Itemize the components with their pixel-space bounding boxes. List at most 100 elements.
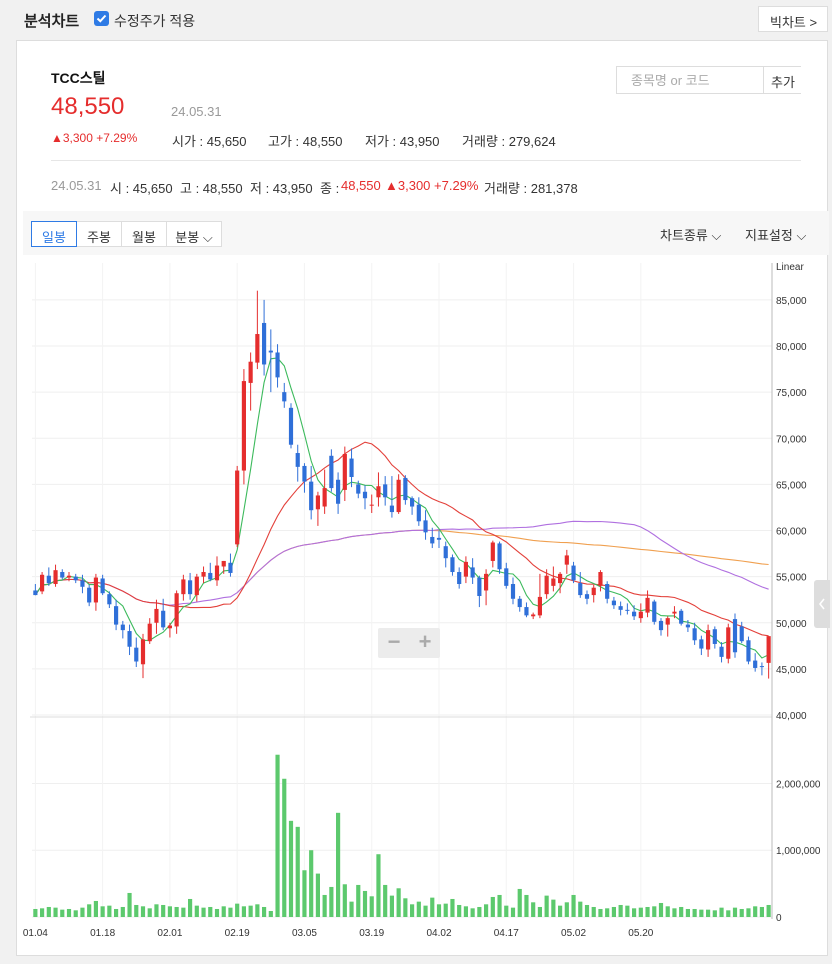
zoom-in-button[interactable]: + <box>410 630 440 656</box>
volume-bar <box>235 903 240 917</box>
ma60-line <box>34 520 769 606</box>
volume-bar <box>255 904 260 917</box>
volume-bar <box>228 907 233 917</box>
volume-bar <box>726 910 731 917</box>
candle-body <box>732 619 738 653</box>
volume-bar <box>558 905 563 917</box>
volume-bar <box>262 906 267 917</box>
volume-bar <box>53 907 58 917</box>
candle-body <box>60 572 65 578</box>
candle-body <box>396 479 401 513</box>
candle-body <box>578 583 583 596</box>
volume-bar <box>214 908 220 917</box>
candle-body <box>524 607 529 616</box>
volume-bar <box>436 904 442 917</box>
candle-body <box>477 577 482 597</box>
candle-body <box>699 639 704 649</box>
candle-body <box>551 578 556 586</box>
candle-body <box>692 628 697 641</box>
volume-bar <box>167 906 172 917</box>
candle-body <box>564 555 569 565</box>
candle-body <box>571 565 576 581</box>
date-tick-label: 01.18 <box>90 928 115 939</box>
date-tick-label: 02.19 <box>225 928 250 939</box>
tab-daily[interactable]: 일봉 <box>31 221 77 247</box>
candle-body <box>342 453 347 490</box>
candle-body <box>625 609 630 611</box>
candle-body <box>288 407 294 445</box>
candle-body <box>201 572 206 577</box>
candle-body <box>147 623 152 642</box>
volume-bar <box>134 904 139 917</box>
candle-body <box>181 579 186 595</box>
side-panel-toggle[interactable] <box>814 580 830 628</box>
candle-body <box>127 631 132 647</box>
candle-body <box>282 392 287 402</box>
candle-body <box>658 620 664 631</box>
candle-body <box>416 504 421 522</box>
candle-body <box>114 606 119 625</box>
candle-body <box>174 593 179 627</box>
volume-bar <box>699 909 704 917</box>
volume-bar <box>490 896 495 917</box>
volume-bar <box>732 907 738 917</box>
candle-body <box>403 477 408 501</box>
volume-bar <box>544 895 549 917</box>
volume-bar <box>362 890 368 917</box>
volume-bar <box>410 904 415 917</box>
candle-body <box>33 590 38 596</box>
volume-bar <box>181 907 186 917</box>
volume-bar <box>46 906 51 917</box>
price-tick-label: 55,000 <box>776 573 807 584</box>
candle-body <box>214 565 220 581</box>
volume-bar <box>66 908 72 917</box>
zoom-out-button[interactable]: − <box>379 630 409 656</box>
candle-body <box>322 488 327 507</box>
candle-body <box>120 624 125 631</box>
candle-body <box>531 614 536 617</box>
volume-tick-label: 1,000,000 <box>776 846 821 857</box>
volume-bar <box>719 907 724 917</box>
volume-bar <box>302 870 307 917</box>
volume-bar <box>342 884 347 917</box>
candle-body <box>46 575 51 584</box>
volume-tick-label: 0 <box>776 913 782 924</box>
volume-bar <box>517 888 522 917</box>
volume-bar <box>241 906 246 917</box>
volume-bar <box>389 895 394 917</box>
price-tick-label: 45,000 <box>776 665 807 676</box>
candle-body <box>766 636 771 663</box>
candle-body <box>685 624 690 628</box>
candle-body <box>746 640 751 662</box>
candle-body <box>719 646 724 657</box>
candle-body <box>618 606 623 610</box>
candle-body <box>389 505 394 513</box>
price-tick-label: 80,000 <box>776 342 807 353</box>
price-chart[interactable]: Linear 85,000 80,000 75,000 70,000 65,000 60,0… <box>0 0 832 964</box>
candle-body <box>490 542 495 561</box>
volume-bar <box>73 910 78 917</box>
candle-body <box>665 618 670 625</box>
volume-bar <box>537 906 542 917</box>
candle-body <box>362 491 368 499</box>
candle-body <box>80 580 85 587</box>
candle-body <box>484 573 489 591</box>
candle-body <box>436 537 442 540</box>
candle-body <box>40 574 45 592</box>
volume-bar <box>457 904 462 917</box>
candle-body <box>167 625 172 629</box>
volume-bar <box>504 905 509 917</box>
volume-bar <box>739 908 744 917</box>
candle-body <box>66 575 72 578</box>
date-tick-label: 05.20 <box>628 928 653 939</box>
date-tick-label: 05.02 <box>561 928 586 939</box>
candle-body <box>248 361 253 383</box>
candle-body <box>591 587 596 596</box>
volume-tick-label: 2,000,000 <box>776 779 821 790</box>
candle-body <box>463 561 468 577</box>
volume-bar <box>632 908 637 917</box>
candle-body <box>154 608 159 623</box>
volume-bar <box>611 906 616 917</box>
volume-bar <box>188 898 193 917</box>
price-tick-label: 60,000 <box>776 527 807 538</box>
